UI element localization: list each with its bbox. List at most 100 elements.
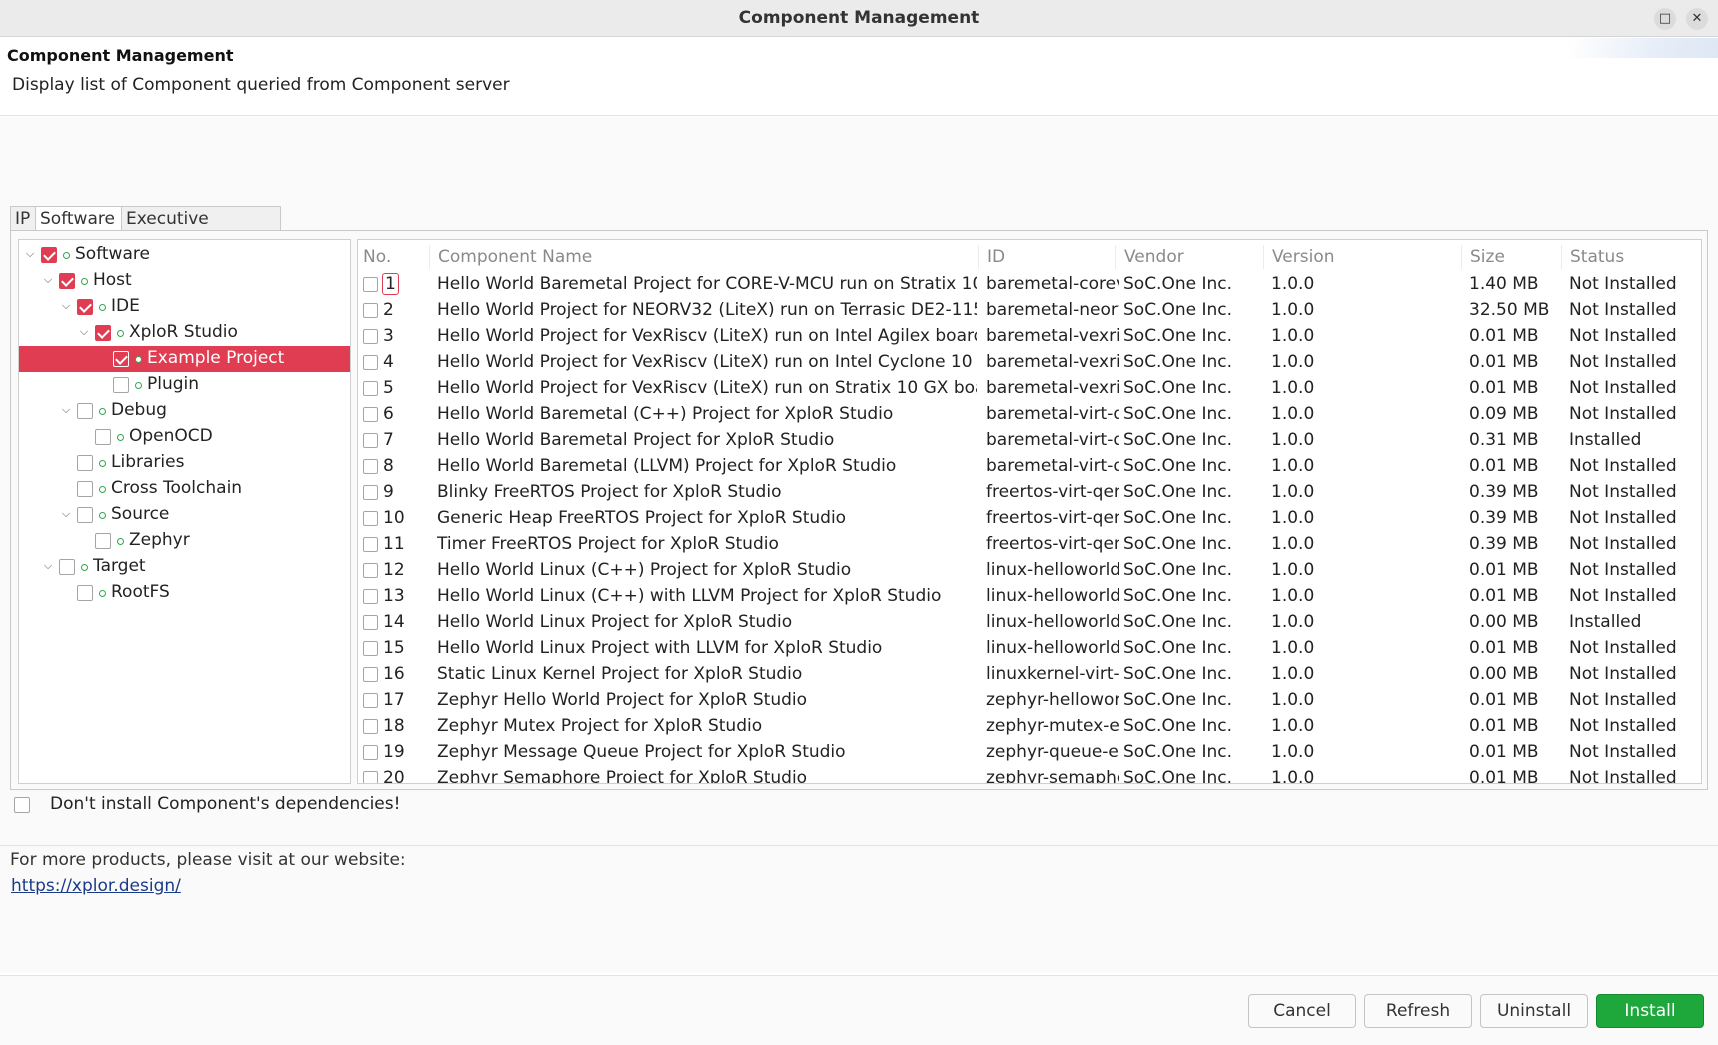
tab-software[interactable]: Software [35, 206, 122, 231]
tree-item-checkbox[interactable] [59, 273, 75, 289]
table-row[interactable]: 20 Zephyr Semaphore Project for XploR Stu… [358, 765, 1701, 783]
row-checkbox[interactable] [363, 641, 378, 656]
tree-item[interactable]: OpenOCD [19, 424, 350, 450]
table-row[interactable]: 17 Zephyr Hello World Project for XploR S… [358, 687, 1701, 713]
row-checkbox[interactable] [363, 719, 378, 734]
row-checkbox[interactable] [363, 277, 378, 292]
tree-item[interactable]: ⌵ Source [19, 502, 350, 528]
table-row[interactable]: 6 Hello World Baremetal (C++) Project for… [358, 401, 1701, 427]
uninstall-button[interactable]: Uninstall [1480, 994, 1588, 1028]
table-row[interactable]: 15 Hello World Linux Project with LLVM fo… [358, 635, 1701, 661]
table-row[interactable]: 5 Hello World Project for VexRiscv (LiteX… [358, 375, 1701, 401]
row-checkbox[interactable] [363, 381, 378, 396]
tree-item-checkbox[interactable] [77, 585, 93, 601]
close-icon[interactable]: ✕ [1686, 8, 1708, 30]
tree-item[interactable]: Cross Toolchain [19, 476, 350, 502]
cancel-button[interactable]: Cancel [1248, 994, 1356, 1028]
chevron-down-icon[interactable]: ⌵ [59, 505, 73, 523]
column-header-status[interactable]: Status [1561, 245, 1624, 269]
cell-version: 1.0.0 [1271, 716, 1315, 736]
tree-item[interactable]: Zephyr [19, 528, 350, 554]
table-row[interactable]: 2 Hello World Project for NEORV32 (LiteX)… [358, 297, 1701, 323]
row-checkbox[interactable] [363, 693, 378, 708]
tree-item[interactable]: ⌵ Debug [19, 398, 350, 424]
column-header-size[interactable]: Size [1461, 245, 1505, 269]
dont-install-dependencies-checkbox[interactable] [14, 797, 30, 813]
table-row[interactable]: 1 Hello World Baremetal Project for CORE-… [358, 271, 1701, 297]
table-row[interactable]: 3 Hello World Project for VexRiscv (LiteX… [358, 323, 1701, 349]
column-header-component-name[interactable]: Component Name [429, 245, 592, 269]
row-checkbox[interactable] [363, 537, 378, 552]
table-row[interactable]: 12 Hello World Linux (C++) Project for Xp… [358, 557, 1701, 583]
row-checkbox[interactable] [363, 485, 378, 500]
tree-item-checkbox[interactable] [77, 481, 93, 497]
column-header-vendor[interactable]: Vendor [1115, 245, 1184, 269]
chevron-down-icon[interactable]: ⌵ [41, 271, 55, 289]
row-checkbox[interactable] [363, 745, 378, 760]
table-row[interactable]: 4 Hello World Project for VexRiscv (LiteX… [358, 349, 1701, 375]
row-checkbox[interactable] [363, 563, 378, 578]
table-row[interactable]: 16 Static Linux Kernel Project for XploR … [358, 661, 1701, 687]
row-checkbox[interactable] [363, 615, 378, 630]
column-header-id[interactable]: ID [978, 245, 1005, 269]
category-tree[interactable]: ⌵ Software ⌵ Host ⌵ IDE ⌵ XploR Studio Example P… [18, 239, 351, 784]
cell-vendor: SoC.One Inc. [1123, 742, 1233, 762]
chevron-down-icon[interactable]: ⌵ [23, 245, 37, 263]
tab-executive-platform[interactable]: Executive Platform [121, 206, 281, 253]
tree-item-checkbox[interactable] [95, 325, 111, 341]
table-row[interactable]: 19 Zephyr Message Queue Project for XploR… [358, 739, 1701, 765]
row-checkbox[interactable] [363, 511, 378, 526]
status-dot-icon [81, 564, 88, 571]
tree-item-checkbox[interactable] [41, 247, 57, 263]
table-row[interactable]: 10 Generic Heap FreeRTOS Project for Xplo… [358, 505, 1701, 531]
chevron-down-icon[interactable]: ⌵ [41, 557, 55, 575]
table-row[interactable]: 14 Hello World Linux Project for XploR St… [358, 609, 1701, 635]
tree-item[interactable]: Libraries [19, 450, 350, 476]
tree-item-checkbox[interactable] [95, 533, 111, 549]
column-header-version[interactable]: Version [1263, 245, 1335, 269]
tree-item[interactable]: ⌵ Software [19, 242, 350, 268]
tree-item[interactable]: Example Project [19, 346, 350, 372]
cell-vendor: SoC.One Inc. [1123, 534, 1233, 554]
table-row[interactable]: 7 Hello World Baremetal Project for XploR… [358, 427, 1701, 453]
tree-item-label: Debug [111, 400, 167, 420]
column-header-no[interactable]: No. [358, 245, 391, 269]
install-button[interactable]: Install [1596, 994, 1704, 1028]
chevron-down-icon[interactable]: ⌵ [59, 297, 73, 315]
tree-item[interactable]: Plugin [19, 372, 350, 398]
website-link[interactable]: https://xplor.design/ [11, 876, 181, 896]
row-checkbox[interactable] [363, 355, 378, 370]
row-checkbox[interactable] [363, 667, 378, 682]
tree-item[interactable]: ⌵ Host [19, 268, 350, 294]
tab-ip[interactable]: IP [10, 206, 36, 231]
row-checkbox[interactable] [363, 433, 378, 448]
row-checkbox[interactable] [363, 303, 378, 318]
tree-item-checkbox[interactable] [77, 455, 93, 471]
tree-item-checkbox[interactable] [77, 299, 93, 315]
tree-item[interactable]: ⌵ IDE [19, 294, 350, 320]
tree-item-checkbox[interactable] [59, 559, 75, 575]
row-checkbox[interactable] [363, 589, 378, 604]
tree-item-checkbox[interactable] [77, 507, 93, 523]
refresh-button[interactable]: Refresh [1364, 994, 1472, 1028]
maximize-icon[interactable]: □ [1654, 8, 1676, 30]
row-checkbox[interactable] [363, 407, 378, 422]
table-row[interactable]: 11 Timer FreeRTOS Project for XploR Studi… [358, 531, 1701, 557]
tree-item-checkbox[interactable] [113, 351, 129, 367]
tree-item-checkbox[interactable] [77, 403, 93, 419]
table-row[interactable]: 13 Hello World Linux (C++) with LLVM Proj… [358, 583, 1701, 609]
table-row[interactable]: 8 Hello World Baremetal (LLVM) Project fo… [358, 453, 1701, 479]
row-checkbox[interactable] [363, 459, 378, 474]
chevron-down-icon[interactable]: ⌵ [59, 401, 73, 419]
row-checkbox[interactable] [363, 329, 378, 344]
tree-item[interactable]: ⌵ XploR Studio [19, 320, 350, 346]
tree-item[interactable]: ⌵ Target [19, 554, 350, 580]
tree-item[interactable]: RootFS [19, 580, 350, 606]
chevron-down-icon[interactable]: ⌵ [77, 323, 91, 341]
row-checkbox[interactable] [363, 771, 378, 783]
cell-status: Not Installed [1569, 352, 1677, 372]
table-row[interactable]: 18 Zephyr Mutex Project for XploR Studio z… [358, 713, 1701, 739]
tree-item-checkbox[interactable] [113, 377, 129, 393]
tree-item-checkbox[interactable] [95, 429, 111, 445]
table-row[interactable]: 9 Blinky FreeRTOS Project for XploR Studi… [358, 479, 1701, 505]
